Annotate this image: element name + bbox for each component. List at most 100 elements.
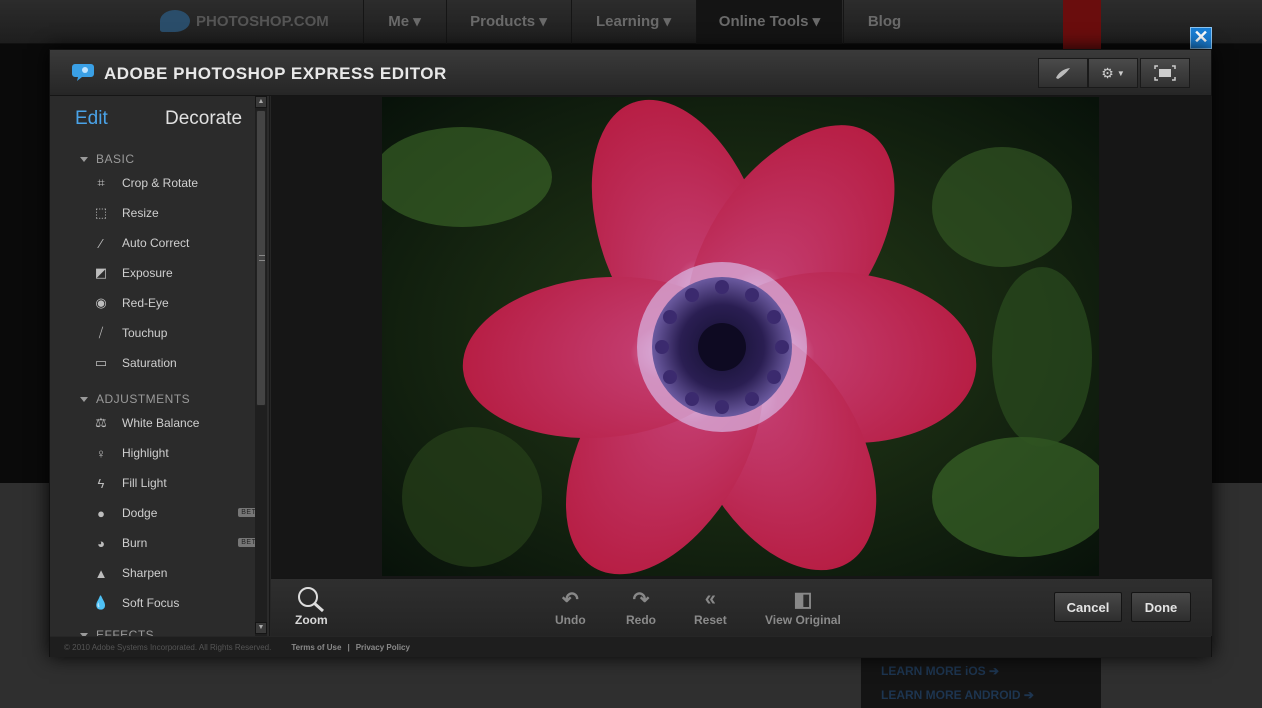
section-effects-label: EFFECTS (96, 628, 155, 636)
section-basic[interactable]: BASIC (80, 152, 135, 166)
terms-of-use-link[interactable]: Terms of Use (291, 643, 341, 652)
photoshop-express-logo-icon (72, 64, 94, 81)
scroll-down-arrow-icon[interactable]: ▼ (255, 622, 267, 634)
lightbulb-icon: ♀ (96, 445, 106, 461)
scroll-thumb[interactable] (256, 110, 266, 406)
reset-button[interactable]: « Reset (694, 587, 727, 628)
tool-label: Dodge (122, 506, 158, 520)
section-adjustments[interactable]: ADJUSTMENTS (80, 392, 190, 406)
saturation-icon: ▭ (94, 355, 108, 370)
lightning-icon: ϟ (97, 475, 105, 491)
photoshop-logo-icon (160, 10, 190, 32)
sharpen-triangle-icon: ▲ (94, 565, 108, 581)
photo-red-anemone-flower[interactable] (382, 97, 1099, 576)
view-original-button[interactable]: ◧ View Original (765, 588, 841, 628)
nav-blog[interactable]: Blog (843, 0, 925, 44)
done-button[interactable]: Done (1131, 592, 1191, 622)
tool-dodge[interactable]: ● Dodge BETA (92, 503, 264, 523)
tool-burn[interactable]: ◕ Burn BETA (92, 533, 264, 553)
tool-saturation[interactable]: ▭ Saturation (92, 353, 252, 373)
redo-button[interactable]: ↷ Redo (626, 588, 656, 628)
tool-label: Red-Eye (122, 296, 169, 310)
redo-label: Redo (626, 613, 656, 627)
site-logo-text: PHOTOSHOP.COM (196, 12, 329, 30)
chevron-down-icon: ▼ (1116, 68, 1125, 78)
magnifier-icon (296, 587, 326, 612)
resize-icon: ⬚ (94, 205, 108, 220)
zoom-label: Zoom (295, 613, 328, 627)
rewind-icon: « (704, 587, 716, 610)
scroll-grip-icon (259, 255, 265, 261)
section-effects[interactable]: EFFECTS (80, 628, 154, 636)
tool-red-eye[interactable]: ◉ Red-Eye (92, 293, 252, 313)
tool-label: Sharpen (122, 566, 168, 580)
collapse-triangle-icon (80, 632, 88, 636)
tool-soft-focus[interactable]: 💧 Soft Focus (92, 593, 252, 613)
tool-resize[interactable]: ⬚ Resize (92, 203, 252, 223)
tool-label: Highlight (122, 446, 169, 460)
tool-label: Saturation (122, 356, 177, 370)
section-adjustments-label: ADJUSTMENTS (96, 392, 191, 406)
tool-fill-light[interactable]: ϟ Fill Light (92, 473, 252, 493)
fullscreen-button[interactable] (1140, 58, 1190, 88)
site-logo[interactable]: PHOTOSHOP.COM (160, 10, 329, 32)
close-editor-button[interactable]: ✕ (1190, 27, 1212, 49)
balance-scale-icon: ⚖ (95, 415, 107, 430)
exposure-icon: ◩ (94, 265, 108, 280)
tool-label: Crop & Rotate (122, 176, 199, 190)
nav-online-tools[interactable]: Online Tools ▾ (696, 0, 842, 44)
tools-sidebar: Edit Decorate BASIC ⌗ Crop & Rotate ⬚ Re… (50, 96, 270, 636)
scroll-up-arrow-icon[interactable]: ▲ (255, 96, 267, 108)
bandage-icon: ⧸ (98, 325, 104, 340)
tool-highlight[interactable]: ♀ Highlight (92, 443, 252, 463)
tool-white-balance[interactable]: ⚖ White Balance (92, 413, 252, 433)
tool-sharpen[interactable]: ▲ Sharpen (92, 563, 252, 583)
editor-window: ADOBE PHOTOSHOP EXPRESS EDITOR ⚙ ▼ Edit D… (49, 49, 1212, 657)
crop-icon: ⌗ (97, 175, 105, 190)
fullscreen-icon (1154, 65, 1176, 81)
eye-icon: ◉ (95, 295, 107, 310)
burn-icon: ◕ (97, 535, 105, 551)
tool-touchup[interactable]: ⧸ Touchup (92, 323, 252, 343)
nav-me[interactable]: Me ▾ (363, 0, 445, 44)
collapse-triangle-icon (80, 156, 88, 162)
reset-label: Reset (694, 613, 727, 627)
zoom-button[interactable]: Zoom (295, 587, 328, 627)
compare-icon: ◧ (793, 588, 813, 611)
tab-edit[interactable]: Edit (75, 108, 108, 130)
privacy-policy-link[interactable]: Privacy Policy (356, 643, 410, 652)
tool-label: Fill Light (122, 476, 167, 490)
tool-label: White Balance (122, 416, 200, 430)
tool-crop-rotate[interactable]: ⌗ Crop & Rotate (92, 173, 252, 193)
dodge-icon: ● (97, 505, 105, 521)
learn-more-ios-link[interactable]: LEARN MORE iOS ➔ (881, 664, 999, 678)
tool-label: Exposure (122, 266, 173, 280)
tool-label: Auto Correct (122, 236, 190, 250)
bottom-toolbar: Zoom ↶ Undo ↷ Redo « Reset ◧ View Origin… (271, 578, 1212, 636)
tool-label: Touchup (122, 326, 168, 340)
adobe-logo-tab[interactable] (1063, 0, 1101, 50)
gear-icon: ⚙ (1101, 64, 1114, 81)
section-basic-label: BASIC (96, 152, 135, 166)
redo-arrow-icon: ↷ (632, 588, 650, 611)
brush-button[interactable] (1038, 58, 1088, 88)
editor-title: ADOBE PHOTOSHOP EXPRESS EDITOR (104, 64, 447, 83)
tool-exposure[interactable]: ◩ Exposure (92, 263, 252, 283)
tool-auto-correct[interactable]: ⁄ Auto Correct (92, 233, 252, 253)
flower-image (382, 97, 1099, 576)
undo-label: Undo (555, 613, 586, 627)
sidebar-scrollbar[interactable]: ▲ ▼ (255, 96, 267, 636)
cancel-button[interactable]: Cancel (1054, 592, 1122, 622)
collapse-triangle-icon (80, 396, 88, 402)
tab-decorate[interactable]: Decorate (165, 108, 242, 130)
tool-label: Soft Focus (122, 596, 180, 610)
undo-button[interactable]: ↶ Undo (555, 589, 586, 628)
nav-learning[interactable]: Learning ▾ (571, 0, 695, 44)
nav-products[interactable]: Products ▾ (446, 0, 570, 44)
tool-label: Burn (122, 536, 148, 550)
settings-button[interactable]: ⚙ ▼ (1088, 58, 1138, 88)
learn-more-android-link[interactable]: LEARN MORE ANDROID ➔ (881, 688, 1034, 702)
magic-wand-icon: ⁄ (99, 235, 103, 251)
image-canvas (271, 96, 1212, 578)
editor-header: ADOBE PHOTOSHOP EXPRESS EDITOR ⚙ ▼ (50, 50, 1211, 96)
